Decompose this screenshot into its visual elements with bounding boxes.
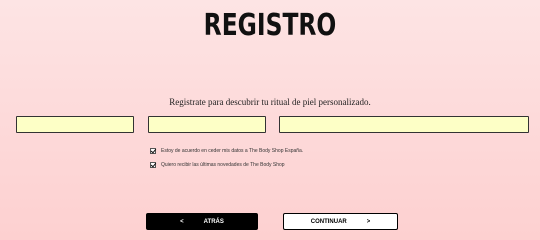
consent-checkbox[interactable] <box>150 148 156 154</box>
back-button-label: ATRÁS <box>203 218 224 225</box>
chevron-right-icon: > <box>366 218 371 225</box>
continue-button-label: CONTINUAR <box>310 218 347 225</box>
newsletter-row[interactable]: Quiero recibir las últimas novedades de … <box>150 162 285 168</box>
email-field[interactable] <box>279 116 529 133</box>
back-button[interactable]: < ATRÁS <box>146 213 258 230</box>
first-name-field[interactable] <box>16 116 134 133</box>
consent-row[interactable]: Estoy de acuerdo en ceder mis datos a Th… <box>150 148 303 154</box>
chevron-left-icon: < <box>180 218 184 225</box>
last-name-field[interactable] <box>148 116 266 133</box>
consent-label: Estoy de acuerdo en ceder mis datos a Th… <box>161 148 304 154</box>
continue-button[interactable]: CONTINUAR > <box>283 213 398 230</box>
page-title: REGISTRO <box>203 8 337 43</box>
newsletter-label: Quiero recibir las últimas novedades de … <box>161 162 285 168</box>
newsletter-checkbox[interactable] <box>150 162 156 168</box>
page-subtitle: Registrate para descubrir tu ritual de p… <box>169 97 371 107</box>
